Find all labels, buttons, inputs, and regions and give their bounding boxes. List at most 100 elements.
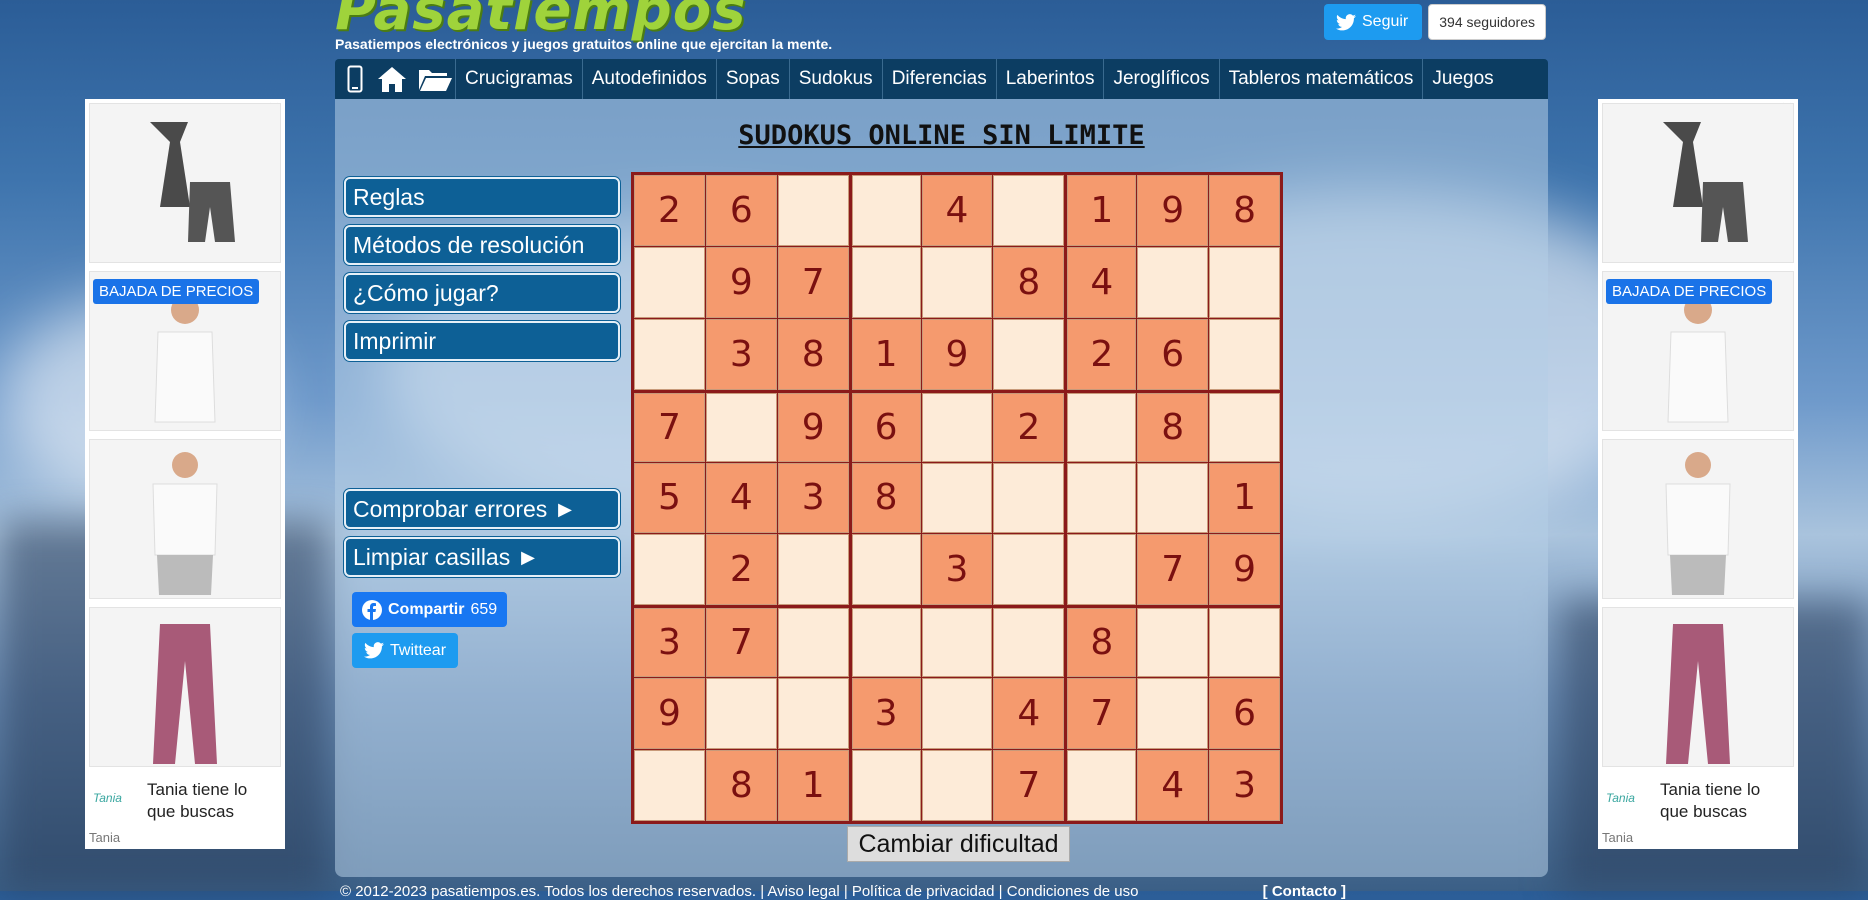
sudoku-cell-r1c2[interactable]: 6: [705, 175, 777, 246]
sudoku-cell-r1c1[interactable]: 2: [634, 175, 705, 246]
sudoku-cell-r1c3[interactable]: [777, 175, 849, 246]
how-to-play-button[interactable]: ¿Cómo jugar?: [344, 273, 620, 313]
sudoku-cell-r2c1[interactable]: [634, 246, 705, 318]
sudoku-cell-r5c1[interactable]: 5: [634, 462, 705, 534]
sudoku-cell-r9c3[interactable]: 1: [777, 750, 849, 821]
sudoku-cell-r8c6[interactable]: 4: [993, 678, 1065, 750]
sudoku-cell-r9c6[interactable]: 7: [993, 750, 1065, 821]
ad-product-image[interactable]: [89, 103, 281, 263]
sudoku-cell-r6c4[interactable]: [851, 534, 921, 606]
sudoku-cell-r3c4[interactable]: 1: [851, 318, 921, 390]
sudoku-cell-r5c4[interactable]: 8: [851, 462, 921, 534]
sudoku-cell-r7c6[interactable]: [993, 608, 1065, 678]
sudoku-cell-r3c8[interactable]: 6: [1137, 318, 1209, 390]
sudoku-cell-r7c3[interactable]: [777, 608, 849, 678]
sudoku-cell-r8c3[interactable]: [777, 678, 849, 750]
sudoku-cell-r6c2[interactable]: 2: [705, 534, 777, 606]
sudoku-cell-r6c7[interactable]: [1067, 534, 1137, 606]
twitter-follow-button[interactable]: Seguir: [1324, 4, 1423, 40]
sudoku-cell-r2c7[interactable]: 4: [1067, 246, 1137, 318]
sudoku-cell-r1c6[interactable]: [993, 175, 1065, 246]
ad-brand-text[interactable]: Tania tiene lo que buscas: [1660, 779, 1790, 823]
sudoku-cell-r4c9[interactable]: [1209, 392, 1280, 462]
sudoku-cell-r5c2[interactable]: 4: [705, 462, 777, 534]
sudoku-cell-r4c2[interactable]: [705, 392, 777, 462]
facebook-share-button[interactable]: Compartir 659: [352, 592, 508, 627]
nav-item-tableros-matematicos[interactable]: Tableros matemáticos: [1218, 59, 1423, 99]
sudoku-cell-r8c1[interactable]: 9: [634, 678, 705, 750]
sudoku-cell-r4c1[interactable]: 7: [634, 392, 705, 462]
sudoku-cell-r3c6[interactable]: [993, 318, 1065, 390]
sudoku-cell-r5c8[interactable]: [1137, 462, 1209, 534]
sudoku-cell-r2c9[interactable]: [1209, 246, 1280, 318]
nav-item-jeroglificos[interactable]: Jeroglíficos: [1103, 59, 1218, 99]
ad-left[interactable]: ⓘ ✕ BAJADA DE PRECIOS Tania Tania tiene …: [85, 99, 285, 849]
sudoku-cell-r1c8[interactable]: 9: [1137, 175, 1209, 246]
sudoku-cell-r1c9[interactable]: 8: [1209, 175, 1280, 246]
sudoku-cell-r4c4[interactable]: 6: [851, 392, 921, 462]
sudoku-cell-r6c1[interactable]: [634, 534, 705, 606]
twitter-followers-count[interactable]: 394 seguidores: [1428, 4, 1546, 40]
mobile-icon[interactable]: [341, 61, 369, 97]
sudoku-cell-r7c2[interactable]: 7: [705, 608, 777, 678]
sudoku-cell-r6c9[interactable]: 9: [1209, 534, 1280, 606]
ad-product-image[interactable]: [89, 439, 281, 599]
sudoku-cell-r4c8[interactable]: 8: [1137, 392, 1209, 462]
sudoku-cell-r2c4[interactable]: [851, 246, 921, 318]
sudoku-cell-r2c6[interactable]: 8: [993, 246, 1065, 318]
sudoku-cell-r1c5[interactable]: 4: [921, 175, 993, 246]
sudoku-cell-r7c4[interactable]: [851, 608, 921, 678]
sudoku-cell-r9c2[interactable]: 8: [705, 750, 777, 821]
sudoku-cell-r5c7[interactable]: [1067, 462, 1137, 534]
home-icon[interactable]: [375, 61, 409, 97]
sudoku-cell-r6c3[interactable]: [777, 534, 849, 606]
solving-methods-button[interactable]: Métodos de resolución: [344, 225, 620, 265]
nav-item-sopas[interactable]: Sopas: [715, 59, 789, 99]
sudoku-cell-r5c6[interactable]: [993, 462, 1065, 534]
sudoku-cell-r3c2[interactable]: 3: [705, 318, 777, 390]
sudoku-cell-r7c7[interactable]: 8: [1067, 608, 1137, 678]
sudoku-cell-r3c1[interactable]: [634, 318, 705, 390]
sudoku-cell-r1c7[interactable]: 1: [1067, 175, 1137, 246]
ad-product-image[interactable]: [1602, 439, 1794, 599]
sudoku-cell-r8c9[interactable]: 6: [1209, 678, 1280, 750]
sudoku-cell-r3c3[interactable]: 8: [777, 318, 849, 390]
sudoku-cell-r9c4[interactable]: [851, 750, 921, 821]
ad-product-image[interactable]: [89, 607, 281, 767]
sudoku-cell-r8c8[interactable]: [1137, 678, 1209, 750]
sudoku-cell-r4c6[interactable]: 2: [993, 392, 1065, 462]
sudoku-cell-r7c8[interactable]: [1137, 608, 1209, 678]
sudoku-cell-r2c2[interactable]: 9: [705, 246, 777, 318]
check-errors-button[interactable]: Comprobar errores ►: [344, 489, 620, 529]
sudoku-cell-r7c5[interactable]: [921, 608, 993, 678]
nav-item-crucigramas[interactable]: Crucigramas: [455, 59, 582, 99]
sudoku-cell-r9c5[interactable]: [921, 750, 993, 821]
sudoku-cell-r8c4[interactable]: 3: [851, 678, 921, 750]
rules-button[interactable]: Reglas: [344, 177, 620, 217]
sudoku-cell-r5c5[interactable]: [921, 462, 993, 534]
clear-cells-button[interactable]: Limpiar casillas ►: [344, 537, 620, 577]
sudoku-cell-r6c8[interactable]: 7: [1137, 534, 1209, 606]
sudoku-cell-r3c5[interactable]: 9: [921, 318, 993, 390]
ad-right[interactable]: ⓘ ✕ BAJADA DE PRECIOS Tania Tania tiene …: [1598, 99, 1798, 849]
sudoku-cell-r2c3[interactable]: 7: [777, 246, 849, 318]
nav-item-autodefinidos[interactable]: Autodefinidos: [581, 59, 716, 99]
sudoku-cell-r9c7[interactable]: [1067, 750, 1137, 821]
sudoku-cell-r7c9[interactable]: [1209, 608, 1280, 678]
sudoku-cell-r7c1[interactable]: 3: [634, 608, 705, 678]
contact-link[interactable]: [ Contacto ]: [1263, 883, 1346, 900]
sudoku-cell-r2c8[interactable]: [1137, 246, 1209, 318]
sudoku-cell-r8c7[interactable]: 7: [1067, 678, 1137, 750]
nav-item-laberintos[interactable]: Laberintos: [995, 59, 1104, 99]
sudoku-cell-r5c9[interactable]: 1: [1209, 462, 1280, 534]
sudoku-cell-r9c8[interactable]: 4: [1137, 750, 1209, 821]
sudoku-cell-r5c3[interactable]: 3: [777, 462, 849, 534]
ad-product-image[interactable]: [1602, 607, 1794, 767]
sudoku-cell-r1c4[interactable]: [851, 175, 921, 246]
nav-item-juegos[interactable]: Juegos: [1422, 59, 1502, 99]
sudoku-cell-r9c9[interactable]: 3: [1209, 750, 1280, 821]
sudoku-cell-r6c6[interactable]: [993, 534, 1065, 606]
tweet-button[interactable]: Twittear: [352, 633, 459, 668]
print-button[interactable]: Imprimir: [344, 321, 620, 361]
sudoku-cell-r4c3[interactable]: 9: [777, 392, 849, 462]
